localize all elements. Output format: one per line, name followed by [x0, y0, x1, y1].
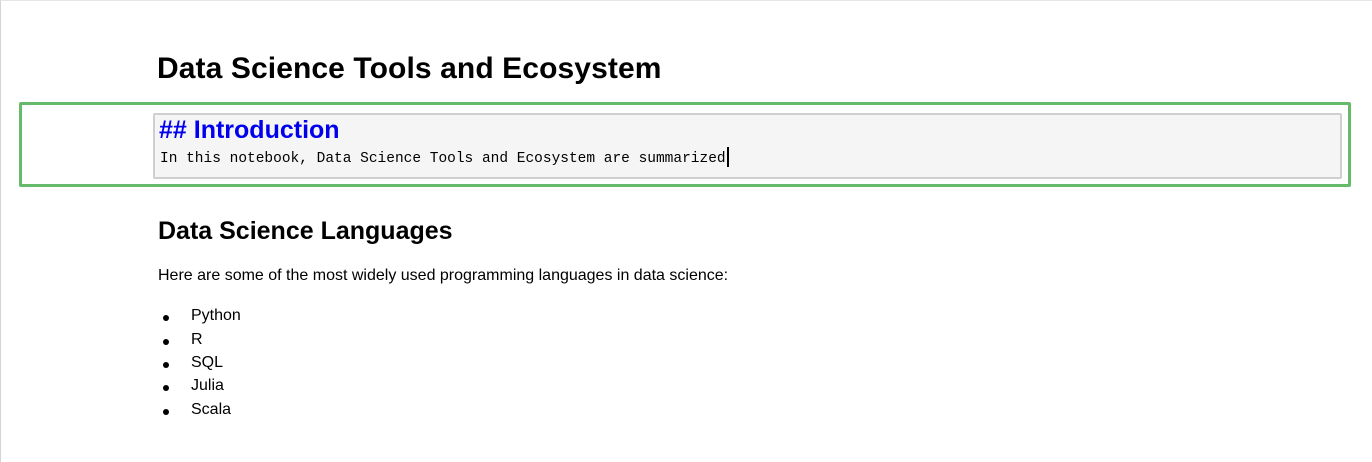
list-item-label: SQL	[191, 354, 224, 371]
bullet-icon	[163, 385, 169, 391]
list-item: Python	[158, 305, 241, 329]
list-item-label: Julia	[191, 377, 224, 394]
markdown-body-source[interactable]: In this notebook, Data Science Tools and…	[160, 147, 729, 169]
markdown-heading-source[interactable]: ## Introduction	[159, 115, 340, 145]
notebook-page: Data Science Tools and Ecosystem ## Intr…	[0, 0, 1372, 462]
list-item-label: R	[191, 331, 203, 348]
notebook-title: Data Science Tools and Ecosystem	[157, 52, 662, 85]
markdown-body-text[interactable]: In this notebook, Data Science Tools and…	[160, 151, 726, 167]
section-intro: Here are some of the most widely used pr…	[158, 267, 729, 284]
selected-markdown-cell[interactable]: ## Introduction In this notebook, Data S…	[19, 102, 1351, 187]
bullet-icon	[163, 362, 169, 368]
list-item: Scala	[158, 399, 241, 423]
list-item: Julia	[158, 375, 241, 399]
languages-list: Python R SQL Julia Scala	[158, 305, 241, 423]
list-item-label: Python	[191, 307, 241, 324]
section-heading: Data Science Languages	[158, 217, 453, 245]
bullet-icon	[163, 315, 169, 321]
bullet-icon	[163, 339, 169, 345]
list-item: SQL	[158, 352, 241, 375]
markdown-cell-editor[interactable]: ## Introduction In this notebook, Data S…	[153, 113, 1342, 179]
list-item-label: Scala	[191, 401, 232, 418]
text-cursor	[726, 147, 729, 167]
list-item: R	[158, 329, 241, 352]
bullet-icon	[163, 409, 169, 415]
